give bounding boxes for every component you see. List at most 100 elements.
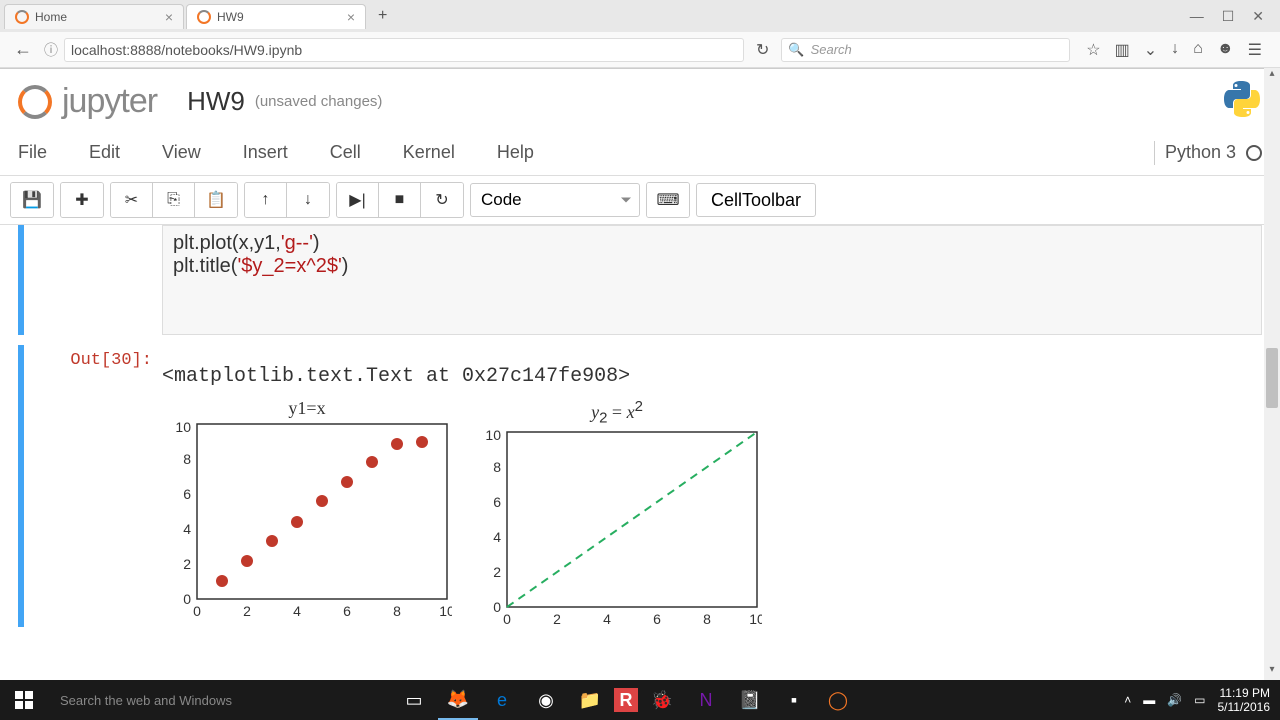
- windows-logo-icon: [15, 691, 33, 709]
- celltoolbar-button[interactable]: CellToolbar: [696, 183, 816, 217]
- close-button[interactable]: ✕: [1252, 8, 1264, 25]
- browser-tab-home[interactable]: Home ×: [4, 4, 184, 29]
- kernel-status-icon: [1246, 145, 1262, 161]
- search-input[interactable]: 🔍 Search: [781, 38, 1070, 62]
- date: 5/11/2016: [1218, 700, 1271, 714]
- url-input[interactable]: localhost:8888/notebooks/HW9.ipynb: [64, 38, 744, 62]
- svg-text:2: 2: [243, 603, 251, 619]
- home-icon[interactable]: ⌂: [1193, 40, 1203, 60]
- plot-y2x2: y2 = x2 024 6810 024 6810: [472, 398, 762, 627]
- svg-text:8: 8: [703, 611, 711, 627]
- jupyter-logo[interactable]: jupyter: [18, 82, 157, 121]
- kernel-indicator: Python 3: [1154, 141, 1262, 165]
- back-button[interactable]: ←: [8, 39, 38, 60]
- app-r-icon[interactable]: R: [614, 688, 638, 712]
- new-tab-button[interactable]: +: [368, 3, 397, 29]
- code-editor[interactable]: plt.plot(x,y1,'g--') plt.title('$y_2=x^2…: [162, 225, 1262, 335]
- celltoolbar-label: CellToolbar: [711, 190, 801, 211]
- taskbar-apps: ▭ 🦊 e ◉ 📁 R 🐞 N 📓 ▪ ◯: [394, 680, 858, 720]
- info-icon[interactable]: ⓘ: [44, 40, 58, 60]
- tray-chevron-icon[interactable]: ˄: [1124, 693, 1131, 707]
- svg-text:6: 6: [653, 611, 661, 627]
- start-button[interactable]: [0, 680, 48, 720]
- notebook-name[interactable]: HW9: [187, 86, 245, 117]
- menu-help[interactable]: Help: [497, 136, 558, 169]
- svg-text:2: 2: [553, 611, 561, 627]
- network-icon[interactable]: ▭: [1194, 693, 1205, 707]
- svg-text:10: 10: [439, 603, 452, 619]
- save-button[interactable]: 💾: [11, 183, 53, 217]
- svg-text:10: 10: [485, 427, 501, 443]
- paste-button[interactable]: 📋: [195, 183, 237, 217]
- volume-icon[interactable]: 🔊: [1167, 693, 1182, 707]
- python-logo-icon: [1222, 79, 1262, 124]
- add-cell-button[interactable]: ✚: [61, 183, 103, 217]
- menu-file[interactable]: File: [18, 136, 71, 169]
- plot-output: y1=x 024 6810 024 6810: [162, 398, 1262, 627]
- library-icon[interactable]: ▥: [1115, 40, 1130, 60]
- bookmark-icon[interactable]: ☆: [1086, 40, 1100, 60]
- notebook-area: plt.plot(x,y1,'g--') plt.title('$y_2=x^2…: [0, 225, 1280, 645]
- run-button[interactable]: ▶|: [337, 183, 379, 217]
- kernel-name: Python 3: [1165, 142, 1236, 163]
- restart-button[interactable]: ↻: [421, 183, 463, 217]
- pocket-icon[interactable]: ⌄: [1144, 40, 1157, 60]
- move-down-button[interactable]: ↓: [287, 183, 329, 217]
- stop-button[interactable]: ■: [379, 183, 421, 217]
- window-controls: — ☐ ✕: [1190, 8, 1276, 25]
- explorer-icon[interactable]: 📁: [570, 680, 610, 720]
- menu-cell[interactable]: Cell: [330, 136, 385, 169]
- scroll-up-icon[interactable]: ▴: [1264, 68, 1280, 84]
- app-icon[interactable]: 📓: [730, 680, 770, 720]
- cut-button[interactable]: ✂: [111, 183, 153, 217]
- url-text: localhost:8888/notebooks/HW9.ipynb: [71, 42, 302, 58]
- command-palette-button[interactable]: ⌨: [647, 183, 689, 217]
- battery-icon[interactable]: ▬: [1143, 693, 1155, 707]
- maximize-button[interactable]: ☐: [1222, 8, 1235, 25]
- svg-text:6: 6: [343, 603, 351, 619]
- svg-text:4: 4: [183, 521, 191, 537]
- jupyter-icon[interactable]: ◯: [818, 680, 858, 720]
- celltype-select[interactable]: Code: [470, 183, 640, 217]
- jupyter-logo-text: jupyter: [62, 82, 157, 121]
- scroll-down-icon[interactable]: ▾: [1264, 664, 1280, 680]
- scroll-thumb[interactable]: [1266, 348, 1278, 408]
- app-icon[interactable]: 🐞: [642, 680, 682, 720]
- svg-text:6: 6: [183, 486, 191, 502]
- browser-chrome: Home × HW9 × + — ☐ ✕ ← ⓘ localhost:8888/…: [0, 0, 1280, 69]
- code-cell[interactable]: plt.plot(x,y1,'g--') plt.title('$y_2=x^2…: [18, 225, 1262, 335]
- menu-insert[interactable]: Insert: [243, 136, 312, 169]
- onenote-icon[interactable]: N: [686, 680, 726, 720]
- taskbar-search[interactable]: Search the web and Windows: [48, 693, 388, 708]
- tab-title: Home: [35, 10, 67, 24]
- close-icon[interactable]: ×: [347, 9, 355, 25]
- svg-text:6: 6: [493, 494, 501, 510]
- move-up-button[interactable]: ↑: [245, 183, 287, 217]
- firefox-icon[interactable]: 🦊: [438, 680, 478, 720]
- menu-view[interactable]: View: [162, 136, 225, 169]
- browser-tab-hw9[interactable]: HW9 ×: [186, 4, 366, 29]
- jupyter-favicon: [15, 10, 29, 24]
- tab-title: HW9: [217, 10, 244, 24]
- in-prompt: [32, 225, 162, 335]
- minimize-button[interactable]: —: [1190, 8, 1204, 25]
- task-view-icon[interactable]: ▭: [394, 680, 434, 720]
- menu-icon[interactable]: ☰: [1248, 40, 1262, 60]
- menubar: File Edit View Insert Cell Kernel Help P…: [0, 130, 1280, 176]
- menu-kernel[interactable]: Kernel: [403, 136, 479, 169]
- downloads-icon[interactable]: ↓: [1171, 40, 1179, 60]
- menu-edit[interactable]: Edit: [89, 136, 144, 169]
- chrome-icon[interactable]: ◉: [526, 680, 566, 720]
- svg-text:4: 4: [293, 603, 301, 619]
- clock[interactable]: 11:19 PM 5/11/2016: [1218, 686, 1271, 715]
- system-tray: ˄ ▬ 🔊 ▭ 11:19 PM 5/11/2016: [1124, 686, 1280, 715]
- terminal-icon[interactable]: ▪: [774, 680, 814, 720]
- cell-select-bar: [18, 345, 24, 627]
- vertical-scrollbar[interactable]: ▴ ▾: [1264, 68, 1280, 680]
- copy-button[interactable]: ⎘: [153, 183, 195, 217]
- reload-button[interactable]: ↻: [750, 40, 775, 60]
- close-icon[interactable]: ×: [165, 9, 173, 25]
- account-icon[interactable]: ☻: [1217, 40, 1234, 60]
- toolbar-icons: ☆ ▥ ⌄ ↓ ⌂ ☻ ☰: [1076, 40, 1272, 60]
- edge-icon[interactable]: e: [482, 680, 522, 720]
